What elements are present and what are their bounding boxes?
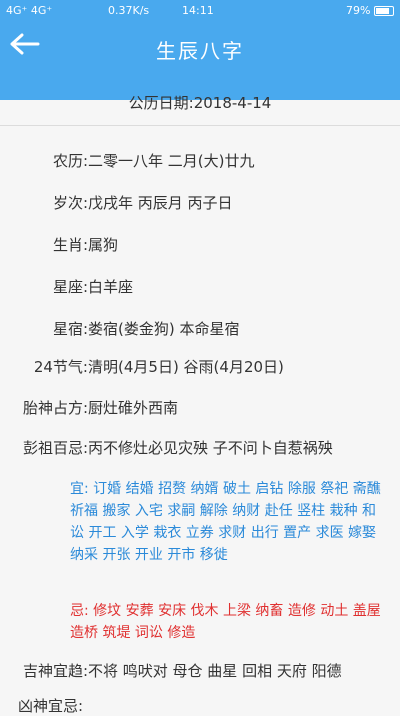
ji-label: 忌: xyxy=(70,603,89,619)
status-bar: 4G⁺ 4G⁺ 0.37K/s 14:11 79% xyxy=(0,0,400,22)
solar-terms-value: 清明(4月5日) 谷雨(4月20日) xyxy=(88,358,284,376)
zodiac-value: 属狗 xyxy=(88,236,119,254)
signal-indicator: 4G⁺ 4G⁺ xyxy=(6,4,53,17)
xiongshen-label: 凶神宜忌: xyxy=(18,697,84,715)
ji-section: 忌: 修坟 安葬 安床 伐木 上梁 纳畜 造修 动土 盖屋 造桥 筑堤 词讼 修… xyxy=(70,600,388,644)
yi-label: 宜: xyxy=(70,481,89,497)
suici-label: 岁次: xyxy=(52,194,88,212)
constellation-row: 星座:白羊座 xyxy=(0,276,133,297)
lunar-label: 农历: xyxy=(52,152,88,170)
app-header: 4G⁺ 4G⁺ 0.37K/s 14:11 79% 生辰八字 xyxy=(0,0,400,100)
battery-indicator: 79% xyxy=(346,4,394,17)
battery-icon xyxy=(374,6,394,16)
jishen-label: 吉神宜趋: xyxy=(22,662,88,680)
xingxiu-row: 星宿:娄宿(娄金狗) 本命星宿 xyxy=(0,318,240,339)
pengzu-label: 彭祖百忌: xyxy=(22,439,88,457)
lunar-value: 二零一八年 二月(大)廿九 xyxy=(88,152,255,170)
divider xyxy=(0,125,400,126)
jishen-row: 吉神宜趋:不将 鸣吠对 母仓 曲星 回相 天府 阳德 xyxy=(0,660,342,681)
yi-section: 宜: 订婚 结婚 招赘 纳婿 破土 启钻 除服 祭祀 斋醮 祈福 搬家 入宅 求… xyxy=(70,478,388,566)
xingxiu-value: 娄宿(娄金狗) 本命星宿 xyxy=(88,320,240,338)
taishen-label: 胎神占方: xyxy=(22,399,88,417)
yi-text: 订婚 结婚 招赘 纳婿 破土 启钻 除服 祭祀 斋醮 祈福 搬家 入宅 求嗣 解… xyxy=(70,481,381,563)
clock: 14:11 xyxy=(182,4,214,17)
lunar-row: 农历:二零一八年 二月(大)廿九 xyxy=(0,150,255,171)
solar-terms-label: 24节气: xyxy=(33,358,88,376)
pengzu-value: 丙不修灶必见灾殃 子不问卜自惹祸殃 xyxy=(88,439,333,457)
solar-terms-row: 24节气:清明(4月5日) 谷雨(4月20日) xyxy=(0,356,284,377)
suici-value: 戊戌年 丙辰月 丙子日 xyxy=(88,194,233,212)
taishen-row: 胎神占方:厨灶碓外西南 xyxy=(0,397,178,418)
pengzu-row: 彭祖百忌:丙不修灶必见灾殃 子不问卜自惹祸殃 xyxy=(0,437,333,458)
zodiac-row: 生肖:属狗 xyxy=(0,234,118,255)
network-speed: 0.37K/s xyxy=(108,4,150,17)
battery-percent: 79% xyxy=(346,4,371,17)
jishen-value: 不将 鸣吠对 母仓 曲星 回相 天府 阳德 xyxy=(88,662,342,680)
zodiac-label: 生肖: xyxy=(52,236,88,254)
constellation-value: 白羊座 xyxy=(88,278,134,296)
page-title: 生辰八字 xyxy=(156,39,244,63)
xingxiu-label: 星宿: xyxy=(52,320,88,338)
ji-text: 修坟 安葬 安床 伐木 上梁 纳畜 造修 动土 盖屋 造桥 筑堤 词讼 修造 xyxy=(70,603,381,641)
taishen-value: 厨灶碓外西南 xyxy=(88,399,179,417)
solar-date: 公历日期:2018-4-14 xyxy=(128,94,272,112)
suici-row: 岁次:戊戌年 丙辰月 丙子日 xyxy=(0,192,233,213)
constellation-label: 星座: xyxy=(52,278,88,296)
